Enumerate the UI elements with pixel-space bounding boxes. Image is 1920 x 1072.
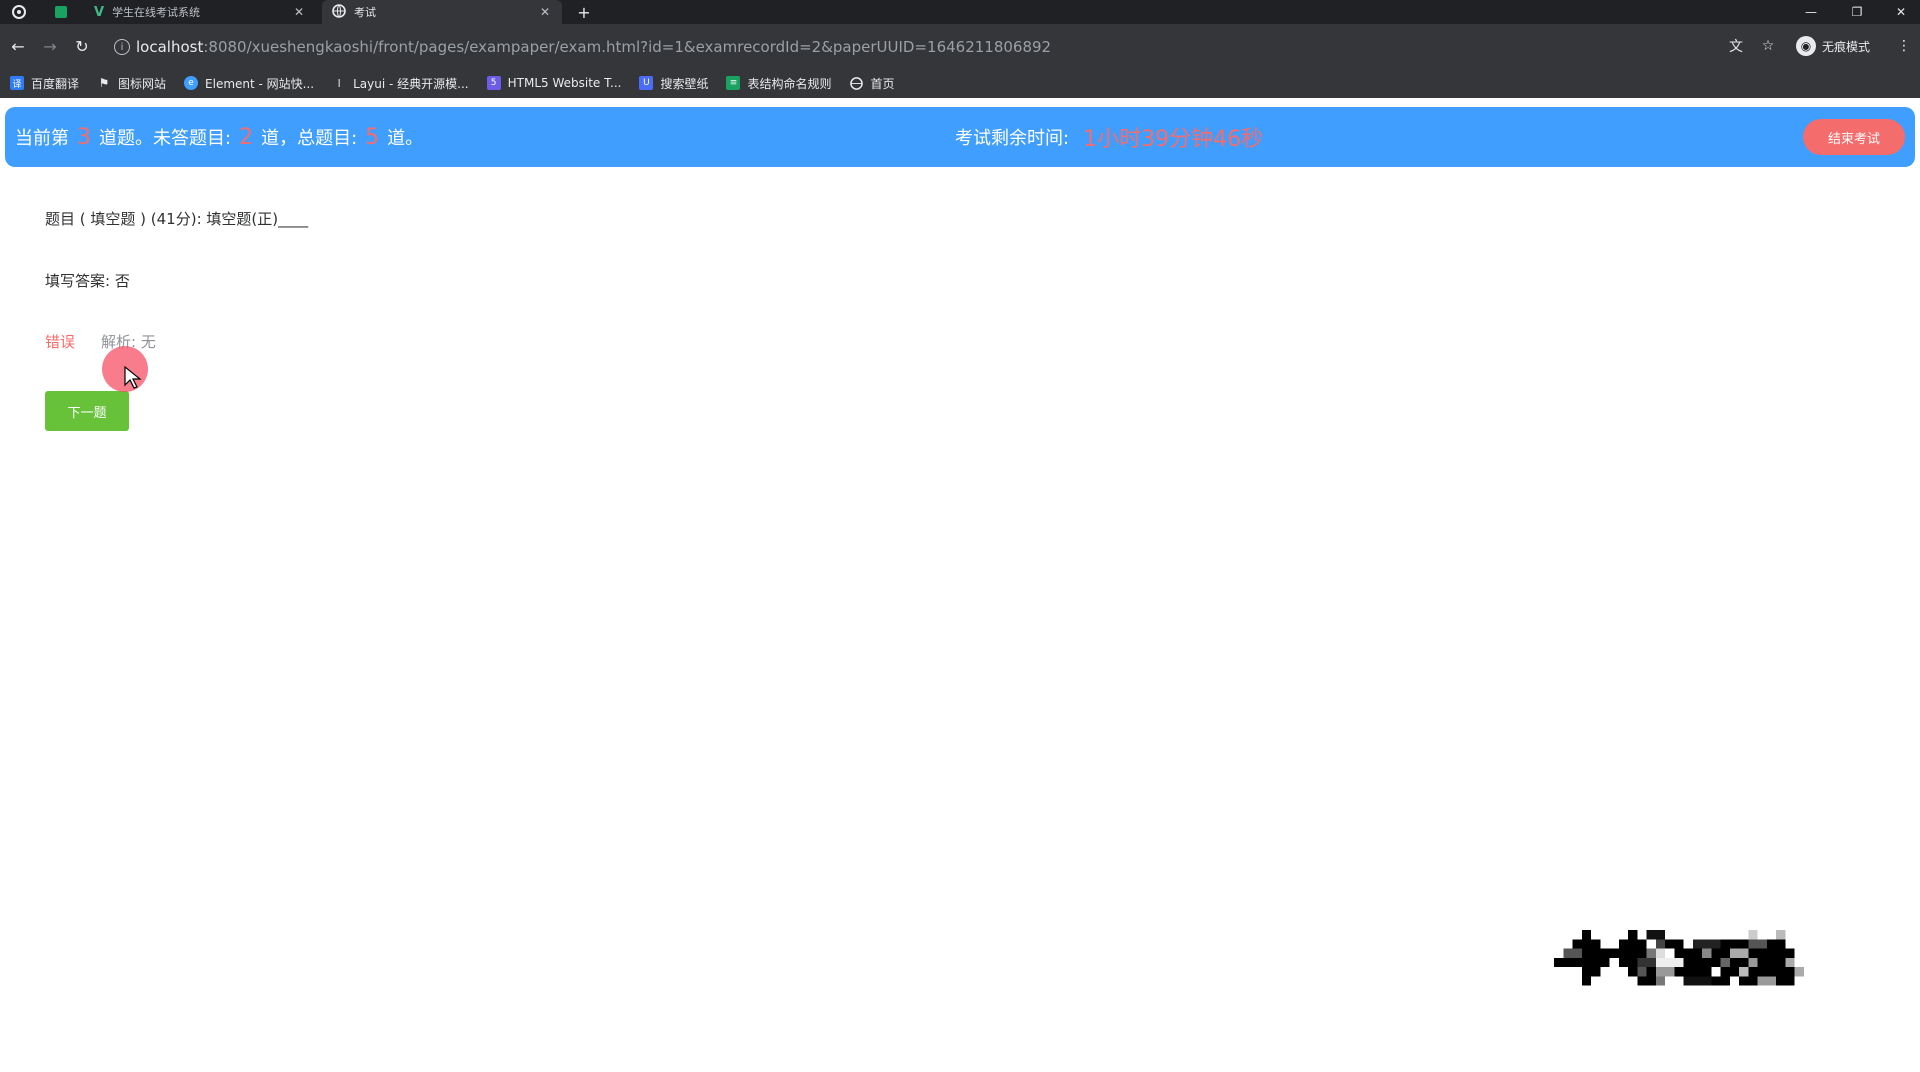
bookmark-item[interactable]: 译 百度翻译 <box>10 75 79 92</box>
doc-icon: ≡ <box>726 76 741 90</box>
pixelated-watermark <box>1554 930 1804 986</box>
pinned-tab-icon[interactable] <box>42 0 80 24</box>
incognito-profile[interactable]: ◉ 无痕模式 <box>1796 34 1870 58</box>
tab-student-exam-system[interactable]: V 学生在线考试系统 ✕ <box>84 0 316 24</box>
result-status: 错误 <box>45 333 76 351</box>
bookmark-label: 表结构命名规则 <box>747 76 832 91</box>
total-suffix: 道。 <box>387 128 424 149</box>
bookmark-item[interactable]: U 搜索壁纸 <box>639 75 708 92</box>
unanswered-count: 2 <box>239 124 254 150</box>
tab-title: 学生在线考试系统 <box>112 6 201 19</box>
forward-icon[interactable]: → <box>38 34 62 58</box>
filled-answer: 填写答案: 否 <box>45 272 130 290</box>
reload-icon[interactable]: ↻ <box>70 34 94 58</box>
bookmark-item[interactable]: 首页 <box>849 75 895 92</box>
bookmark-label: Element - 网站快... <box>205 76 315 91</box>
site-info-icon[interactable]: i <box>114 39 130 55</box>
bookmark-label: 首页 <box>870 76 895 91</box>
bookmark-label: 百度翻译 <box>31 76 80 91</box>
answer-result: 错误 解析: 无 <box>45 331 156 352</box>
bookmark-item[interactable]: ⚑ 图标网站 <box>97 75 166 92</box>
question-title: 题目 ( 填空题 ) (41分): 填空题(正)____ <box>45 210 309 228</box>
translate-icon: 译 <box>10 76 24 90</box>
bookmark-label: HTML5 Website T... <box>507 76 622 90</box>
cursor-arrow-icon <box>124 366 142 389</box>
url-path: :8080/xueshengkaoshi/front/pages/exampap… <box>203 38 1052 56</box>
close-tab-icon[interactable]: ✕ <box>292 5 306 19</box>
flag-icon: ⚑ <box>98 76 110 90</box>
url-host: localhost <box>136 38 204 56</box>
time-label: 考试剩余时间: <box>955 128 1070 149</box>
browser-tab-bar: V 学生在线考试系统 ✕ 考试 ✕ + — ❐ ✕ <box>0 0 1920 24</box>
star-icon[interactable]: ☆ <box>1758 36 1778 56</box>
bookmark-label: Layui - 经典开源模... <box>353 76 469 91</box>
bookmark-item[interactable]: ≡ 表结构命名规则 <box>726 75 831 92</box>
element-icon: e <box>184 76 199 90</box>
tab-title: 考试 <box>354 6 376 19</box>
bookmark-label: 图标网站 <box>118 76 167 91</box>
remaining-time: 考试剩余时间: 1小时39分钟46秒 <box>955 107 1263 167</box>
tab-exam[interactable]: 考试 ✕ <box>322 0 562 24</box>
bookmark-item[interactable]: e Element - 网站快... <box>184 75 314 92</box>
incognito-icon: ◉ <box>1796 36 1816 56</box>
html5-icon: 5 <box>486 76 501 90</box>
unanswered-suffix: 道，总题目: <box>261 128 358 149</box>
bookmark-item[interactable]: 5 HTML5 Website T... <box>486 76 622 90</box>
restore-icon[interactable]: ❐ <box>1834 0 1880 24</box>
next-question-button[interactable]: 下一题 <box>45 391 129 431</box>
question-progress: 当前第 3 道题。未答题目: 2 道，总题目: 5 道。 <box>15 107 423 167</box>
browser-toolbar: ← → ↻ i localhost :8080/xueshengkaoshi/f… <box>0 24 1920 68</box>
wallpaper-icon: U <box>639 76 654 90</box>
globe-icon <box>849 76 863 90</box>
address-bar[interactable]: i localhost :8080/xueshengkaoshi/front/p… <box>106 32 1746 62</box>
current-prefix: 当前第 <box>15 128 69 149</box>
bookmark-item[interactable]: l Layui - 经典开源模... <box>332 75 469 92</box>
layui-icon: l <box>337 76 341 90</box>
end-exam-button[interactable]: 结束考试 <box>1803 119 1905 155</box>
bookmarks-bar: 译 百度翻译 ⚑ 图标网站 e Element - 网站快... l Layui… <box>0 68 1920 98</box>
bookmark-label: 搜索壁纸 <box>660 76 709 91</box>
current-question-number: 3 <box>77 124 91 150</box>
vue-icon: V <box>94 4 105 20</box>
translate-icon[interactable]: 文 <box>1726 36 1746 56</box>
exam-status-bar: 当前第 3 道题。未答题目: 2 道，总题目: 5 道。 考试剩余时间: 1小时… <box>5 107 1915 167</box>
close-tab-icon[interactable]: ✕ <box>538 5 552 19</box>
profile-label: 无痕模式 <box>1822 39 1871 54</box>
time-value: 1小时39分钟46秒 <box>1083 127 1264 152</box>
current-suffix: 道题。未答题目: <box>99 128 232 149</box>
back-icon[interactable]: ← <box>6 34 30 58</box>
minimize-icon[interactable]: — <box>1788 0 1834 24</box>
total-count: 5 <box>365 124 380 150</box>
more-menu-icon[interactable]: ⋮ <box>1894 36 1914 56</box>
globe-icon <box>332 3 346 21</box>
close-window-icon[interactable]: ✕ <box>1878 0 1920 24</box>
chrome-menu-icon[interactable] <box>0 0 38 24</box>
new-tab-button[interactable]: + <box>570 0 598 24</box>
